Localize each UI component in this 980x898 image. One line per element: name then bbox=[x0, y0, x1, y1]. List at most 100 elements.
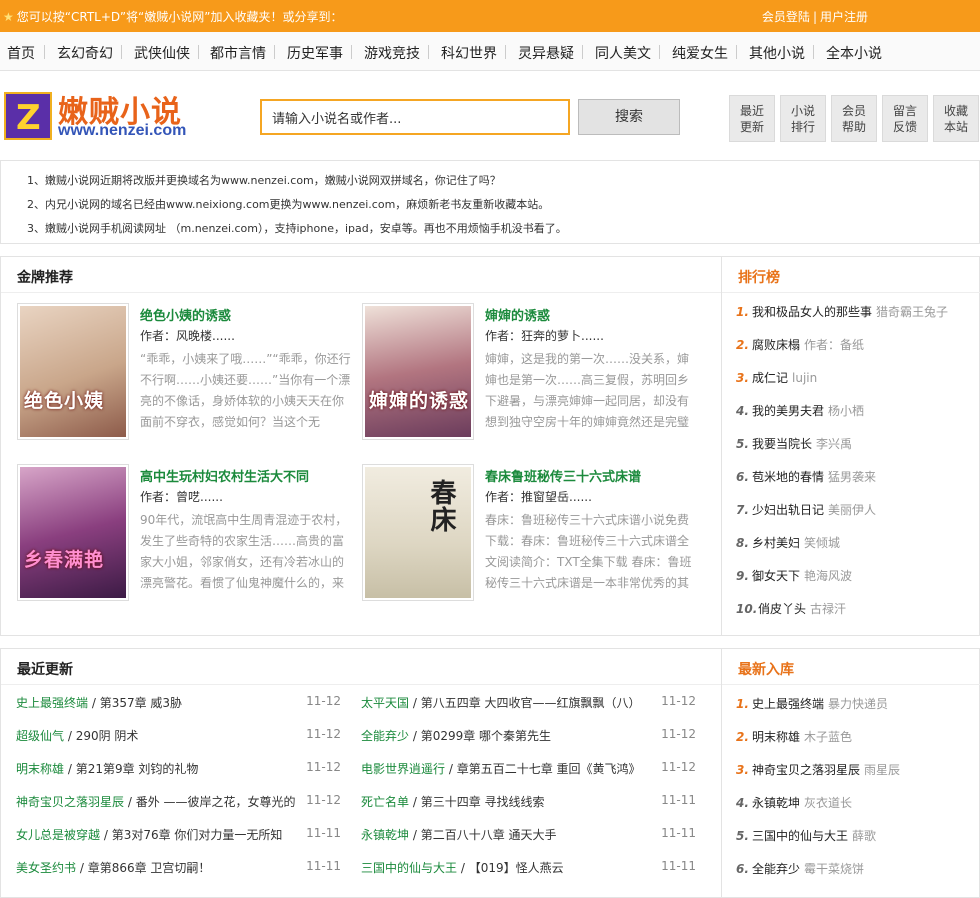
nav-quanben[interactable]: 全本小说 bbox=[826, 43, 882, 63]
quick-member-help[interactable]: 会员 帮助 bbox=[831, 95, 877, 142]
newbook-item[interactable]: 1. 史上最强终端 暴力快递员 bbox=[736, 695, 976, 715]
nav-xuanhuan[interactable]: 玄幻奇幻 bbox=[57, 43, 113, 63]
featured-panel: 金牌推荐 绝色小姨 绝色小姨的诱惑 作者：风晚楼...... “乖乖，小姨来了哦… bbox=[0, 256, 722, 636]
update-book-link[interactable]: 死亡名单 bbox=[361, 795, 409, 809]
book-author: 作者：风晚楼...... bbox=[140, 329, 235, 343]
nav-wuxia[interactable]: 武侠仙侠 bbox=[134, 43, 190, 63]
nav-youxi[interactable]: 游戏竞技 bbox=[364, 43, 420, 63]
book-desc: 婶婶，这是我的第一次……没关系，婶婶也是第一次……高三复假，苏明回乡下避暑，与漂… bbox=[485, 352, 690, 429]
ranking-title: 排行榜 bbox=[738, 270, 780, 286]
newbook-item[interactable]: 3. 神奇宝贝之落羽星辰 雨星辰 bbox=[736, 761, 976, 781]
rank-item[interactable]: 7. 少妇出轨日记 美丽伊人 bbox=[736, 501, 976, 521]
rank-item[interactable]: 4. 我的美男夫君 杨小栖 bbox=[736, 402, 976, 422]
update-book-link[interactable]: 超级仙气 bbox=[16, 729, 64, 743]
update-book-link[interactable]: 史上最强终端 bbox=[16, 696, 88, 710]
update-chapter-link[interactable]: 第357章 威3胁 bbox=[100, 696, 182, 710]
update-row: 史上最强终端 / 第357章 威3胁 11-12 bbox=[16, 694, 341, 710]
nav-home[interactable]: 首页 bbox=[7, 43, 35, 63]
register-link[interactable]: 用户注册 bbox=[820, 10, 868, 24]
update-row: 死亡名单 / 第三十四章 寻找线线索 11-11 bbox=[361, 793, 696, 809]
book-title[interactable]: 高中生玩村妇农村生活大不同 bbox=[140, 466, 309, 485]
logo-url: www.nenzei.com bbox=[58, 122, 187, 139]
update-chapter-link[interactable]: 章第五百二十七章 重回《黄飞鸿》 bbox=[457, 762, 641, 776]
update-book-link[interactable]: 太平天国 bbox=[361, 696, 409, 710]
main-nav: 首页 玄幻奇幻 武侠仙侠 都市言情 历史军事 游戏竞技 科幻世界 灵异悬疑 同人… bbox=[0, 32, 980, 71]
featured-book: 婶婶的诱惑 婶婶的诱惑 作者：狂奔的萝卜...... 婶婶，这是我的第一次……没… bbox=[362, 303, 702, 443]
search-input[interactable]: 请输入小说名或作者... bbox=[260, 99, 570, 135]
nav-lingyi[interactable]: 灵异悬疑 bbox=[518, 43, 574, 63]
book-cover[interactable]: 婶婶的诱惑 bbox=[362, 303, 474, 440]
nav-dushi[interactable]: 都市言情 bbox=[210, 43, 266, 63]
update-chapter-link[interactable]: 第3对76章 你们对力量一无所知 bbox=[112, 828, 283, 842]
site-logo[interactable]: Z 嫩贼小说 www.nenzei.com bbox=[4, 89, 204, 145]
rank-item[interactable]: 8. 乡村美妇 笑倾城 bbox=[736, 534, 976, 554]
update-book-link[interactable]: 三国中的仙与大王 bbox=[361, 861, 457, 875]
update-chapter-link[interactable]: 第八五四章 大四收官——红旗飘飘（八） bbox=[421, 696, 641, 710]
update-book-link[interactable]: 全能弃少 bbox=[361, 729, 409, 743]
bookmark-message: ★ 您可以按“CRTL+D”将“嫩贼小说网”加入收藏夹！或分享到： bbox=[3, 10, 343, 24]
book-author: 作者：狂奔的萝卜...... bbox=[485, 329, 604, 343]
update-book-link[interactable]: 明末称雄 bbox=[16, 762, 64, 776]
nav-tongren[interactable]: 同人美文 bbox=[595, 43, 651, 63]
star-icon: ★ bbox=[3, 10, 14, 24]
update-book-link[interactable]: 美女圣约书 bbox=[16, 861, 76, 875]
quick-ranking[interactable]: 小说 排行 bbox=[780, 95, 826, 142]
book-author: 作者：曾呓...... bbox=[140, 490, 223, 504]
quick-bookmark[interactable]: 收藏 本站 bbox=[933, 95, 979, 142]
nav-kehuan[interactable]: 科幻世界 bbox=[441, 43, 497, 63]
update-chapter-link[interactable]: 290阴 阴术 bbox=[76, 729, 139, 743]
newbook-item[interactable]: 2. 明末称雄 木子蓝色 bbox=[736, 728, 976, 748]
book-cover[interactable]: 乡春满艳 bbox=[17, 464, 129, 601]
newbooks-title: 最新入库 bbox=[738, 662, 794, 678]
rank-item[interactable]: 6. 苞米地的春情 猛男袭来 bbox=[736, 468, 976, 488]
update-book-link[interactable]: 女儿总是被穿越 bbox=[16, 828, 100, 842]
newbook-item[interactable]: 6. 全能弃少 霉干菜烧饼 bbox=[736, 860, 976, 880]
nav-qita[interactable]: 其他小说 bbox=[749, 43, 805, 63]
notice-box: 1、嫩贼小说网近期将改版并更换域名为www.nenzei.com，嫩贼小说网双拼… bbox=[0, 160, 980, 244]
rank-item[interactable]: 9. 御女天下 艳海风波 bbox=[736, 567, 976, 587]
update-book-link[interactable]: 永镇乾坤 bbox=[361, 828, 409, 842]
nav-lishi[interactable]: 历史军事 bbox=[287, 43, 343, 63]
book-title[interactable]: 婶婶的诱惑 bbox=[485, 305, 550, 324]
login-link[interactable]: 会员登陆 bbox=[762, 10, 810, 24]
book-desc: 90年代，流氓高中生周青混迹于农村，发生了些奇特的农家生活……高贵的富家大小姐，… bbox=[140, 513, 348, 590]
book-title[interactable]: 绝色小姨的诱惑 bbox=[140, 305, 231, 324]
book-title[interactable]: 春床鲁班秘传三十六式床谱 bbox=[485, 466, 641, 485]
update-row: 全能弃少 / 第0299章 哪个秦第先生 11-12 bbox=[361, 727, 696, 743]
update-chapter-link[interactable]: 第21第9章 刘钧的礼物 bbox=[76, 762, 199, 776]
notice-line: 1、嫩贼小说网近期将改版并更换域名为www.nenzei.com，嫩贼小说网双拼… bbox=[27, 174, 501, 187]
update-row: 电影世界逍遥行 / 章第五百二十七章 重回《黄飞鸿》 11-12 bbox=[361, 760, 696, 776]
rank-item[interactable]: 5. 我要当院长 李兴禹 bbox=[736, 435, 976, 455]
update-book-link[interactable]: 电影世界逍遥行 bbox=[361, 762, 445, 776]
update-book-link[interactable]: 神奇宝贝之落羽星辰 bbox=[16, 795, 124, 809]
update-row: 女儿总是被穿越 / 第3对76章 你们对力量一无所知 11-11 bbox=[16, 826, 341, 842]
search-button[interactable]: 搜索 bbox=[578, 99, 680, 135]
book-author: 作者：推窗望岳...... bbox=[485, 490, 592, 504]
rank-item[interactable]: 2. 腐败床榻 作者：备纸 bbox=[736, 336, 976, 356]
rank-item[interactable]: 10.俏皮丫头 古禄汗 bbox=[736, 600, 976, 620]
newbook-item[interactable]: 4. 永镇乾坤 灰衣道长 bbox=[736, 794, 976, 814]
update-chapter-link[interactable]: 番外 ——彼岸之花，女尊光的 bbox=[136, 795, 296, 809]
update-chapter-link[interactable]: 第二百八十八章 通天大手 bbox=[421, 828, 557, 842]
account-links: 会员登陆 | 用户注册 bbox=[761, 10, 868, 24]
book-cover[interactable]: 绝色小姨 bbox=[17, 303, 129, 440]
book-desc: “乖乖，小姨来了哦……”“乖乖，你还行不行啊……小姨还要……”当你有一个漂亮的不… bbox=[140, 352, 351, 429]
book-cover[interactable]: 春床 bbox=[362, 464, 474, 601]
update-chapter-link[interactable]: 第0299章 哪个秦第先生 bbox=[421, 729, 551, 743]
nav-chunai[interactable]: 纯爱女生 bbox=[672, 43, 728, 63]
quick-feedback[interactable]: 留言 反馈 bbox=[882, 95, 928, 142]
updates-title: 最近更新 bbox=[17, 662, 73, 678]
rank-item[interactable]: 3. 成仁记 lujin bbox=[736, 369, 976, 389]
update-chapter-link[interactable]: 章第866章 卫宫切嗣！ bbox=[88, 861, 211, 875]
rank-item[interactable]: 1. 我和极品女人的那些事 猎奇霸王兔子 bbox=[736, 303, 976, 323]
update-chapter-link[interactable]: 第三十四章 寻找线线索 bbox=[421, 795, 545, 809]
logo-mark: Z bbox=[4, 92, 52, 140]
featured-book: 乡春满艳 高中生玩村妇农村生活大不同 作者：曾呓...... 90年代，流氓高中… bbox=[17, 464, 357, 604]
featured-book: 春床 春床鲁班秘传三十六式床谱 作者：推窗望岳...... 春床：鲁班秘传三十六… bbox=[362, 464, 702, 604]
update-row: 超级仙气 / 290阴 阴术 11-12 bbox=[16, 727, 341, 743]
quick-recent-updates[interactable]: 最近 更新 bbox=[729, 95, 775, 142]
update-chapter-link[interactable]: 【019】怪人燕云 bbox=[469, 861, 564, 875]
update-row: 美女圣约书 / 章第866章 卫宫切嗣！ 11-11 bbox=[16, 859, 341, 875]
featured-book: 绝色小姨 绝色小姨的诱惑 作者：风晚楼...... “乖乖，小姨来了哦……”“乖… bbox=[17, 303, 357, 443]
newbook-item[interactable]: 5. 三国中的仙与大王 薛歌 bbox=[736, 827, 976, 847]
